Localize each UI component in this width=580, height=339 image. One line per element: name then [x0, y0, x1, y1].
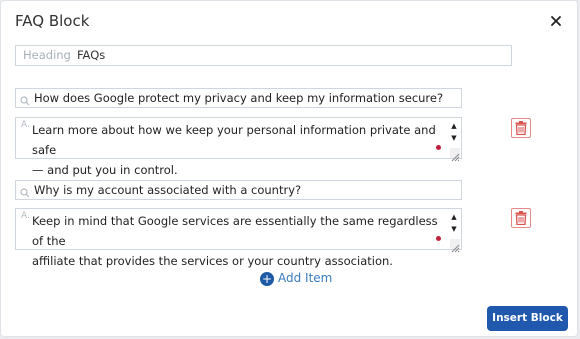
- add-item-button[interactable]: + Add Item: [260, 269, 332, 287]
- answer-icon: A.: [21, 211, 30, 221]
- answer-textarea[interactable]: A. Keep in mind that Google services are…: [15, 208, 462, 268]
- status-dot-icon: [436, 145, 441, 150]
- status-dot-icon: [436, 236, 441, 241]
- resize-handle-icon[interactable]: [450, 239, 460, 253]
- scroll-down-arrow-icon[interactable]: ▼: [449, 224, 459, 234]
- question-input[interactable]: Why is my account associated with a coun…: [15, 180, 462, 200]
- question-input[interactable]: How does Google protect my privacy and k…: [15, 88, 462, 108]
- question-icon: [20, 93, 30, 106]
- question-text: Why is my account associated with a coun…: [34, 183, 302, 197]
- answer-icon: A.: [21, 120, 30, 130]
- trash-icon: [515, 121, 527, 135]
- heading-input[interactable]: Heading FAQs: [15, 45, 512, 66]
- scroll-up-arrow-icon[interactable]: ▲: [449, 212, 459, 222]
- faq-block-dialog: FAQ Block Heading FAQs How does Google p…: [0, 0, 578, 337]
- question-icon: [20, 185, 30, 198]
- heading-value: FAQs: [77, 48, 106, 62]
- answer-textarea[interactable]: A. Learn more about how we keep your per…: [15, 117, 462, 177]
- dialog-title: FAQ Block: [15, 12, 90, 30]
- close-icon[interactable]: [548, 13, 564, 29]
- scroll-down-arrow-icon[interactable]: ▼: [449, 133, 459, 143]
- answer-text: Learn more about how we keep your person…: [32, 123, 436, 177]
- insert-block-button[interactable]: Insert Block: [487, 306, 568, 331]
- question-text: How does Google protect my privacy and k…: [34, 91, 444, 105]
- delete-item-button[interactable]: [511, 118, 531, 138]
- plus-icon: +: [260, 271, 274, 286]
- add-item-label: Add Item: [278, 271, 333, 285]
- heading-label: Heading: [23, 48, 71, 62]
- scroll-up-arrow-icon[interactable]: ▲: [449, 121, 459, 131]
- trash-icon: [515, 211, 527, 225]
- resize-handle-icon[interactable]: [450, 148, 460, 162]
- delete-item-button[interactable]: [511, 208, 531, 228]
- answer-text: Keep in mind that Google services are es…: [32, 214, 438, 268]
